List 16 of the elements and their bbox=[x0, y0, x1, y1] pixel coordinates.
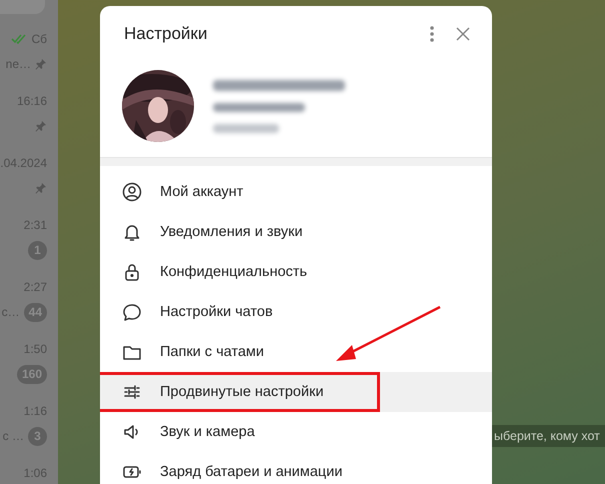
settings-item-icon bbox=[122, 302, 142, 322]
settings-item[interactable]: Мой аккаунт bbox=[100, 172, 492, 212]
settings-item[interactable]: Звук и камера bbox=[100, 412, 492, 452]
settings-item[interactable]: Папки с чатами bbox=[100, 332, 492, 372]
dialog-title: Настройки bbox=[124, 24, 208, 44]
settings-item[interactable]: Настройки чатов bbox=[100, 292, 492, 332]
settings-item-icon bbox=[122, 182, 142, 202]
pin-icon bbox=[35, 120, 47, 132]
pin-icon bbox=[35, 182, 47, 194]
close-icon bbox=[456, 27, 470, 41]
more-icon bbox=[430, 26, 434, 42]
settings-item[interactable]: Заряд батареи и анимации bbox=[100, 452, 492, 484]
settings-item[interactable]: Продвинутые настройки bbox=[100, 372, 492, 412]
pin-icon bbox=[35, 58, 47, 70]
settings-item[interactable]: Конфиденциальность bbox=[100, 252, 492, 292]
settings-item[interactable]: Уведомления и звуки bbox=[100, 212, 492, 252]
